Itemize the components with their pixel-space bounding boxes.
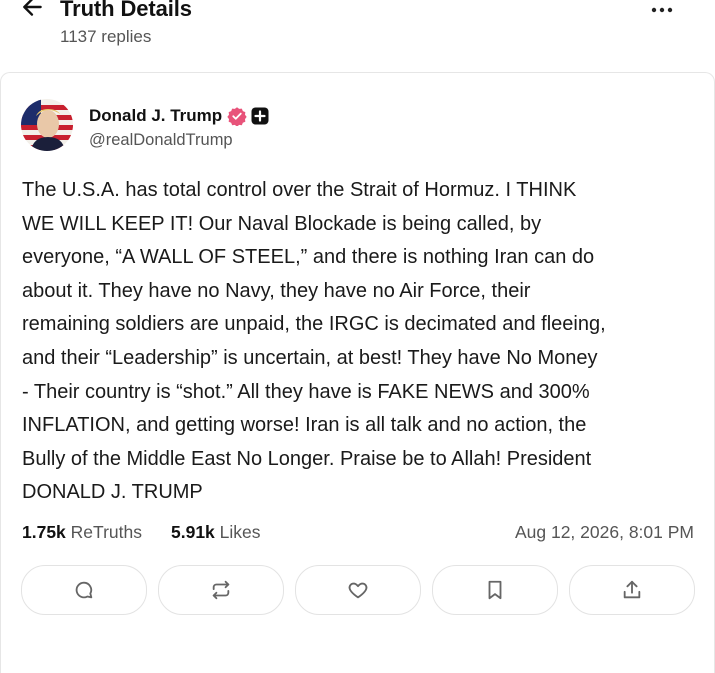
avatar[interactable] <box>21 99 73 151</box>
bookmark-icon <box>488 580 502 600</box>
retruths-stat[interactable]: 1.75k ReTruths <box>22 522 142 543</box>
post-body-text: The U.S.A. has total control over the St… <box>22 179 606 504</box>
likes-label: Likes <box>219 522 261 542</box>
retruths-label: ReTruths <box>70 522 142 542</box>
author-display-name[interactable]: Donald J. Trump <box>89 106 222 126</box>
page-title: Truth Details <box>60 0 192 21</box>
bookmark-button[interactable] <box>432 565 558 615</box>
post-stats: 1.75k ReTruths 5.91k Likes Aug 12, 2026,… <box>22 522 694 546</box>
reply-button[interactable] <box>21 565 147 615</box>
action-bar <box>21 565 696 615</box>
more-horizontal-icon <box>651 7 673 13</box>
retruths-count: 1.75k <box>22 522 66 542</box>
verified-badge-icon <box>227 107 247 126</box>
back-button[interactable] <box>20 0 50 24</box>
reply-icon <box>75 581 93 599</box>
top-bar: Truth Details 1137 replies <box>0 0 715 60</box>
share-icon <box>623 580 641 599</box>
author-name-row: Donald J. Trump <box>89 104 269 128</box>
plus-badge-icon <box>251 107 269 125</box>
more-options-button[interactable] <box>647 0 677 22</box>
arrow-left-icon <box>23 0 42 16</box>
author-handle[interactable]: @realDonaldTrump <box>89 131 233 150</box>
post-card: Donald J. Trump @realDonaldTrump The U.S… <box>0 72 715 673</box>
likes-count: 5.91k <box>171 522 215 542</box>
retruth-button[interactable] <box>158 565 284 615</box>
replies-count: 1137 replies <box>60 27 152 46</box>
like-button[interactable] <box>295 565 421 615</box>
post-timestamp: Aug 12, 2026, 8:01 PM <box>514 522 694 542</box>
heart-icon <box>348 582 368 599</box>
retruth-icon <box>212 580 230 600</box>
likes-stat[interactable]: 5.91k Likes <box>171 522 261 543</box>
share-button[interactable] <box>569 565 695 615</box>
avatar-image <box>21 99 73 151</box>
